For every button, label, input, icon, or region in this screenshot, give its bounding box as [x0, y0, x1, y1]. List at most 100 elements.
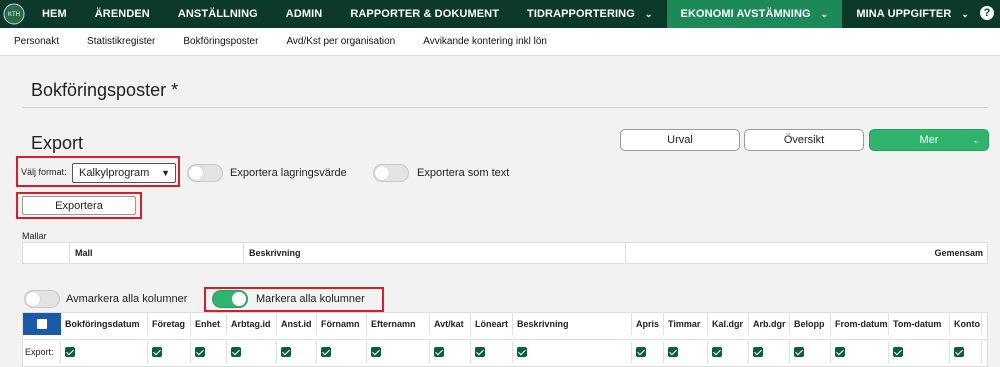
column-export-cell — [317, 341, 367, 363]
subnav-avvikande-kontering[interactable]: Avvikande kontering inkl lön — [423, 36, 547, 47]
chevron-down-icon: ⌄ — [820, 8, 829, 19]
kth-logo[interactable]: KTH — [0, 0, 28, 28]
column-export-cell — [790, 341, 831, 363]
toggle-label-lagringsvarde: Exportera lagringsvärde — [230, 167, 347, 179]
urval-button[interactable]: Urval — [620, 129, 740, 151]
column-export-checkbox[interactable] — [668, 347, 678, 357]
exportera-button[interactable]: Exportera — [22, 196, 136, 215]
row-divider — [23, 339, 987, 340]
column-export-checkbox[interactable] — [281, 347, 291, 357]
column-export-checkbox[interactable] — [712, 347, 722, 357]
subnav-personakt[interactable]: Personakt — [14, 36, 59, 47]
column-export-checkbox[interactable] — [321, 347, 331, 357]
column-header[interactable]: Avt/kat — [430, 313, 471, 335]
column-export-cell — [277, 341, 317, 363]
column-export-cell — [708, 341, 749, 363]
nav-mina-uppgifter[interactable]: MINA UPPGIFTER ⌄ — [842, 0, 983, 28]
toggle-label-markera: Markera alla kolumner — [256, 293, 365, 305]
nav-anstallning[interactable]: ANSTÄLLNING — [164, 0, 272, 28]
column-export-cell — [61, 341, 148, 363]
mallar-label: Mallar — [22, 231, 47, 241]
nav-hem[interactable]: HEM — [28, 0, 81, 28]
nav-tidrapportering[interactable]: TIDRAPPORTERING ⌄ — [513, 0, 667, 28]
format-label: Välj format: — [21, 167, 67, 177]
column-export-cell — [513, 341, 632, 363]
column-header[interactable]: Efternamn — [367, 313, 430, 335]
column-export-cell — [191, 341, 227, 363]
column-export-checkbox[interactable] — [65, 347, 75, 357]
toggle-label-avmarkera: Avmarkera alla kolumner — [66, 293, 188, 305]
column-export-cell — [831, 341, 889, 363]
format-value: Kalkylprogram — [79, 167, 150, 179]
column-export-checkbox[interactable] — [794, 347, 804, 357]
section-title-export: Export — [31, 133, 84, 153]
column-header[interactable]: Kal.dgr — [708, 313, 749, 335]
column-header[interactable]: Konto — [950, 313, 982, 335]
column-export-checkbox[interactable] — [152, 347, 162, 357]
nav-admin[interactable]: ADMIN — [272, 0, 337, 28]
column-export-checkbox[interactable] — [434, 347, 444, 357]
nav-arenden[interactable]: ÄRENDEN — [81, 0, 164, 28]
format-select[interactable]: Kalkylprogram ▼ — [72, 163, 176, 183]
sub-nav: Personakt Statistikregister Bokföringspo… — [0, 28, 1000, 56]
column-header[interactable]: Apris — [632, 313, 664, 335]
chevron-down-icon: ⌄ — [972, 134, 980, 145]
column-header[interactable]: Anst.id — [277, 313, 317, 335]
toggle-avmarkera-alla[interactable] — [24, 290, 60, 308]
mallar-table: Mall Beskrivning Gemensam — [22, 242, 988, 264]
subnav-avd-kst[interactable]: Avd/Kst per organisation — [286, 36, 395, 47]
column-export-checkbox[interactable] — [954, 347, 964, 357]
export-row-label: Export: — [23, 341, 61, 363]
column-header[interactable]: Beskrivning — [513, 313, 632, 335]
column-export-cell — [950, 341, 982, 363]
column-header[interactable]: Företag — [148, 313, 191, 335]
column-export-checkbox[interactable] — [371, 347, 381, 357]
help-icon[interactable]: ? — [980, 6, 994, 20]
subnav-bokforingsposter[interactable]: Bokföringsposter — [183, 36, 258, 47]
column-header[interactable]: Belopp — [790, 313, 831, 335]
toggle-exportera-lagringsvarde[interactable] — [187, 164, 223, 182]
toggle-exportera-som-text[interactable] — [373, 164, 409, 182]
column-export-cell — [889, 341, 950, 363]
mallar-header-mall[interactable]: Mall — [70, 243, 244, 263]
column-export-checkbox[interactable] — [835, 347, 845, 357]
column-export-cell — [430, 341, 471, 363]
column-export-checkbox[interactable] — [753, 347, 763, 357]
oversikt-button[interactable]: Översikt — [744, 129, 864, 151]
column-export-cell — [471, 341, 513, 363]
column-export-checkbox[interactable] — [195, 347, 205, 357]
column-export-cell — [227, 341, 277, 363]
column-export-cell — [632, 341, 664, 363]
column-header[interactable]: Förnamn — [317, 313, 367, 335]
mer-button[interactable]: Mer ⌄ — [869, 129, 989, 151]
column-export-checkbox[interactable] — [636, 347, 646, 357]
column-header[interactable]: Enhet — [191, 313, 227, 335]
column-export-checkbox[interactable] — [475, 347, 485, 357]
column-export-cell — [367, 341, 430, 363]
column-export-checkbox[interactable] — [893, 347, 903, 357]
nav-rapporter[interactable]: RAPPORTER & DOKUMENT — [336, 0, 513, 28]
column-header[interactable]: Arb.dgr — [749, 313, 790, 335]
subnav-statistikregister[interactable]: Statistikregister — [87, 36, 155, 47]
toggle-markera-alla[interactable] — [212, 290, 248, 308]
chevron-down-icon: ⌄ — [961, 8, 970, 19]
column-header[interactable]: Löneart — [471, 313, 513, 335]
column-header[interactable]: From-datum — [831, 313, 889, 335]
mallar-header-blank — [23, 243, 70, 263]
column-export-checkbox[interactable] — [231, 347, 241, 357]
title-divider — [22, 107, 988, 108]
column-header[interactable]: Bokföringsdatum — [61, 313, 148, 335]
columns-table: Bokföringsdatum Företag Enhet Arbtag.id Anst… — [22, 312, 988, 367]
column-header[interactable]: Tom-datum — [889, 313, 950, 335]
svg-text:KTH: KTH — [8, 12, 20, 18]
column-export-checkbox[interactable] — [517, 347, 527, 357]
column-header[interactable]: Timmar — [664, 313, 708, 335]
select-all-checkbox[interactable] — [23, 313, 61, 335]
column-export-cell — [749, 341, 790, 363]
mallar-header-beskrivning[interactable]: Beskrivning — [244, 243, 626, 263]
column-header[interactable]: Arbtag.id — [227, 313, 277, 335]
mallar-header-gemensam[interactable]: Gemensam — [626, 243, 987, 263]
top-nav: KTH HEM ÄRENDEN ANSTÄLLNING ADMIN RAPPOR… — [0, 0, 1000, 28]
chevron-down-icon: ⌄ — [644, 8, 653, 19]
nav-ekonomi-avstamning[interactable]: EKONOMI AVSTÄMNING ⌄ — [666, 0, 843, 28]
